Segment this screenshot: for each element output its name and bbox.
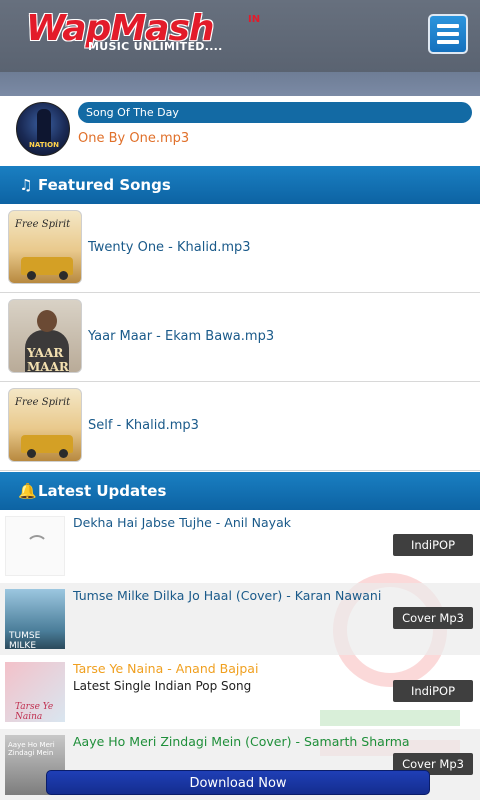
thumbnail-title-text: Aaye Ho Meri Zindagi Mein	[8, 741, 55, 757]
featured-songs-heading: ♫ Featured Songs	[0, 166, 480, 204]
update-row[interactable]: TUMSE MILKE Tumse Milke Dilka Jo Haal (C…	[0, 583, 480, 655]
header-band	[0, 72, 480, 96]
logo-sup-text: IN	[248, 14, 261, 25]
thumbnail-title-text: Free Spirit	[15, 397, 71, 408]
update-thumbnail[interactable]: TUMSE MILKE	[5, 589, 65, 649]
update-thumbnail[interactable]	[5, 516, 65, 576]
genre-badge[interactable]: Cover Mp3	[393, 607, 473, 629]
thumbnail-title-text: YAAR MAAR	[27, 346, 69, 373]
featured-song-thumbnail[interactable]: Free Spirit	[8, 388, 82, 462]
song-of-the-day-thumbnail[interactable]: NATION	[16, 102, 70, 156]
update-title[interactable]: Tarse Ye Naina - Anand Bajpai	[73, 661, 258, 676]
hamburger-menu-icon	[437, 32, 459, 36]
site-header: WapMash IN MUSIC UNLIMITED....	[0, 0, 480, 96]
loading-spinner-icon	[26, 535, 48, 557]
update-title[interactable]: Dekha Hai Jabse Tujhe - Anil Nayak	[73, 515, 291, 530]
bell-icon: 🔔	[18, 482, 37, 500]
thumbnail-title-text: Tarse Ye Naina	[15, 702, 54, 722]
featured-song-thumbnail[interactable]: Free Spirit	[8, 210, 82, 284]
hamburger-menu-icon	[437, 40, 459, 44]
logo-tagline: MUSIC UNLIMITED....	[88, 40, 223, 53]
song-of-the-day-title[interactable]: One By One.mp3	[78, 131, 189, 146]
update-row[interactable]: Dekha Hai Jabse Tujhe - Anil Nayak IndiP…	[0, 510, 480, 582]
song-of-the-day[interactable]: NATION Song Of The Day One By One.mp3	[0, 96, 480, 164]
update-title[interactable]: Tumse Milke Dilka Jo Haal (Cover) - Kara…	[73, 588, 381, 603]
featured-song-title[interactable]: Self - Khalid.mp3	[88, 418, 199, 433]
featured-song-row[interactable]: Free Spirit Twenty One - Khalid.mp3	[0, 204, 480, 293]
music-note-icon: ♫	[19, 176, 33, 194]
featured-song-title[interactable]: Yaar Maar - Ekam Bawa.mp3	[88, 329, 274, 344]
latest-updates-heading-text: Latest Updates	[38, 482, 167, 500]
download-now-button[interactable]: Download Now	[46, 770, 430, 795]
site-logo[interactable]: WapMash IN MUSIC UNLIMITED....	[26, 8, 261, 54]
hamburger-menu-icon	[437, 24, 459, 28]
update-thumbnail[interactable]: Tarse Ye Naina	[5, 662, 65, 722]
featured-song-thumbnail[interactable]: YAAR MAAR	[8, 299, 82, 373]
thumbnail-title-text: TUMSE MILKE	[9, 631, 41, 649]
song-of-the-day-label: Song Of The Day	[78, 102, 472, 123]
latest-updates-heading: 🔔Latest Updates	[0, 472, 480, 510]
thumbnail-title-text: Free Spirit	[15, 219, 71, 230]
update-title[interactable]: Aaye Ho Meri Zindagi Mein (Cover) - Sama…	[73, 734, 410, 749]
genre-badge[interactable]: IndiPOP	[393, 680, 473, 702]
song-of-the-day-thumb-text: NATION	[29, 141, 59, 149]
hamburger-menu-button[interactable]	[428, 14, 468, 54]
featured-songs-heading-text: Featured Songs	[38, 176, 171, 194]
featured-song-row[interactable]: YAAR MAAR Yaar Maar - Ekam Bawa.mp3	[0, 293, 480, 382]
update-subtitle: Latest Single Indian Pop Song	[73, 679, 252, 693]
featured-song-title[interactable]: Twenty One - Khalid.mp3	[88, 240, 251, 255]
genre-badge[interactable]: IndiPOP	[393, 534, 473, 556]
featured-song-row[interactable]: Free Spirit Self - Khalid.mp3	[0, 382, 480, 471]
update-row[interactable]: Tarse Ye Naina Tarse Ye Naina - Anand Ba…	[0, 656, 480, 728]
